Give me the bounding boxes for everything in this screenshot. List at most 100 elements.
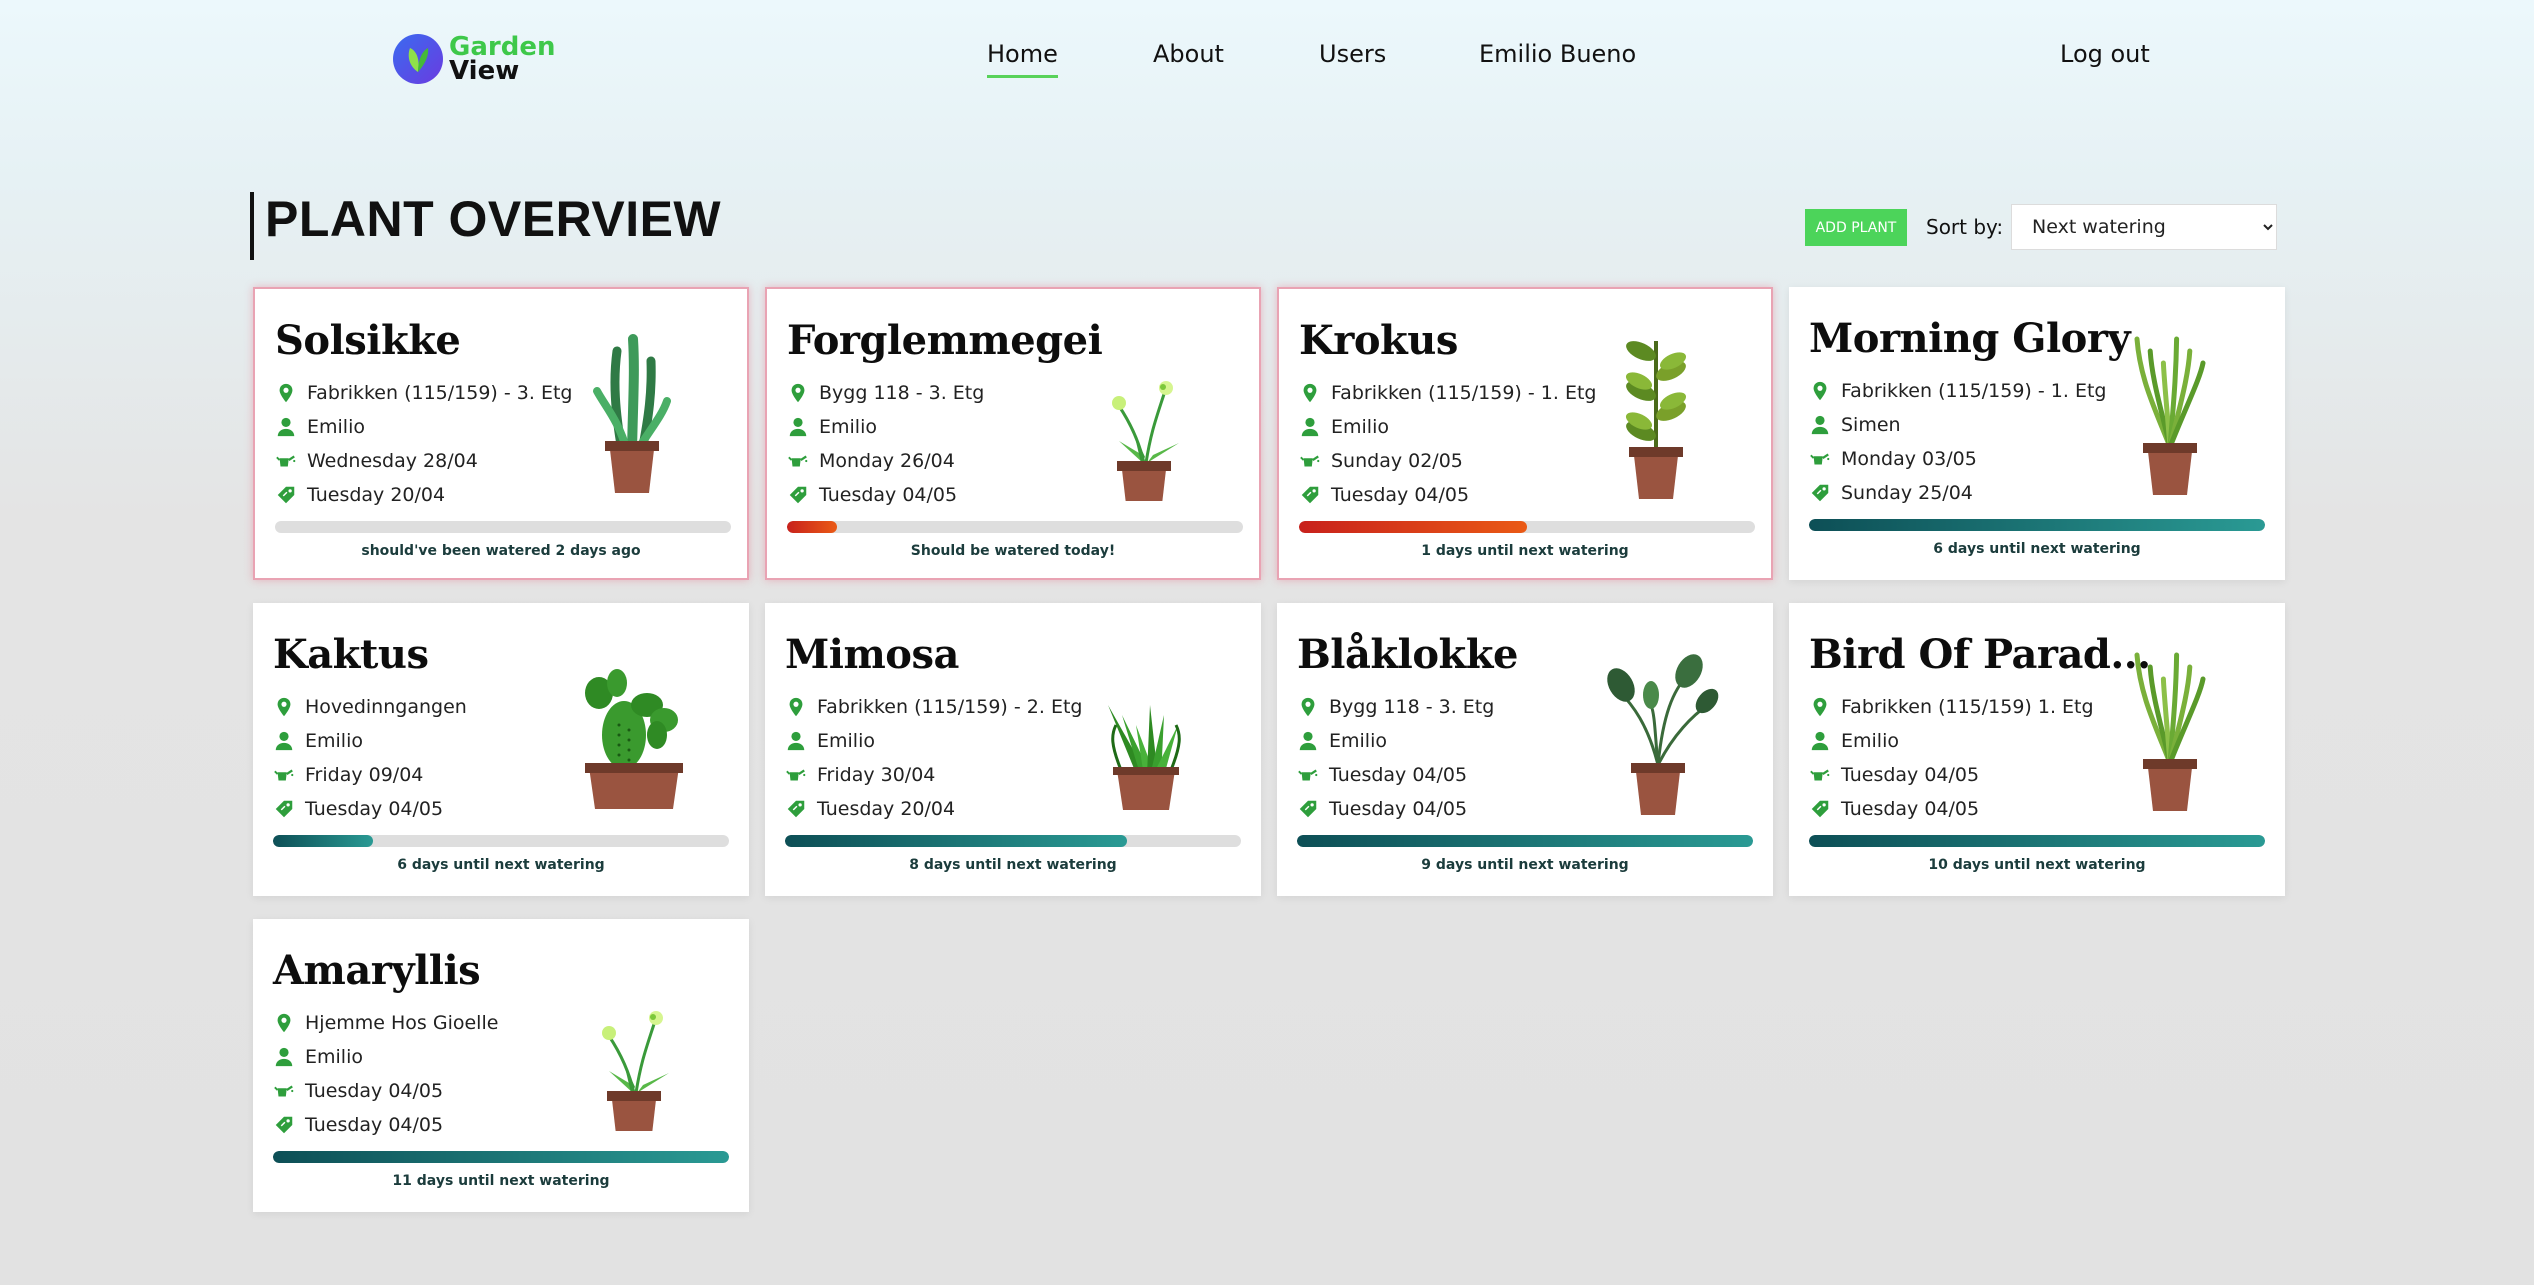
watered-row: Tuesday 04/05 xyxy=(1809,764,1979,786)
watered-row: Friday 09/04 xyxy=(273,764,423,786)
user-icon xyxy=(1299,731,1317,751)
tall-leaf-plant-icon xyxy=(1591,321,1721,501)
fertilized-text: Tuesday 04/05 xyxy=(819,484,958,506)
user-icon xyxy=(787,731,805,751)
fertilized-text: Sunday 25/04 xyxy=(1841,482,1973,504)
fertilizer-tag-icon xyxy=(275,800,293,818)
watered-text: Tuesday 04/05 xyxy=(305,1080,444,1102)
location-row: Fabrikken (115/159) - 1. Etg xyxy=(1299,382,1596,404)
watered-text: Wednesday 28/04 xyxy=(307,450,478,472)
plant-name: Solsikke xyxy=(275,317,461,364)
watered-text: Monday 03/05 xyxy=(1841,448,1977,470)
fertilizer-tag-icon xyxy=(789,486,807,504)
plant-name: Morning Glory xyxy=(1809,315,2131,362)
nav-profile[interactable]: Emilio Bueno xyxy=(1479,40,1636,68)
progress-fill xyxy=(1809,835,2265,847)
location-pin-icon xyxy=(1301,697,1315,717)
plant-card[interactable]: Kaktus Hovedinngangen Emilio Friday 09/0… xyxy=(253,603,749,896)
watered-text: Friday 09/04 xyxy=(305,764,424,786)
plant-name: Amaryllis xyxy=(273,947,481,994)
fertilizer-tag-icon xyxy=(277,486,295,504)
logo[interactable]: Garden View xyxy=(393,34,555,84)
fertilized-row: Tuesday 04/05 xyxy=(787,484,957,506)
user-icon xyxy=(1301,417,1319,437)
watering-progress-bar xyxy=(1809,835,2265,847)
location-row: Bygg 118 - 3. Etg xyxy=(787,382,984,404)
user-icon xyxy=(789,417,807,437)
fertilized-text: Tuesday 04/05 xyxy=(1841,798,1980,820)
watering-status: 6 days until next watering xyxy=(397,857,605,873)
location-pin-icon xyxy=(279,383,293,403)
flower-plant-icon xyxy=(569,951,699,1143)
progress-fill xyxy=(273,835,374,847)
plant-name: Kaktus xyxy=(273,631,429,678)
plant-card[interactable]: Krokus Fabrikken (115/159) - 1. Etg Emil… xyxy=(1277,287,1773,580)
plant-card[interactable]: Morning Glory Fabrikken (115/159) - 1. E… xyxy=(1789,287,2285,580)
watered-row: Monday 03/05 xyxy=(1809,448,1977,470)
grass-plant-icon xyxy=(2105,635,2235,815)
owner-text: Simen xyxy=(1841,414,1901,436)
sort-select[interactable]: Next watering xyxy=(2011,204,2277,250)
location-row: Fabrikken (115/159) - 2. Etg xyxy=(785,696,1082,718)
watered-text: Friday 30/04 xyxy=(817,764,936,786)
location-pin-icon xyxy=(789,697,803,717)
watering-progress-bar xyxy=(1299,521,1755,533)
owner-text: Emilio xyxy=(1841,730,1899,752)
fertilizer-tag-icon xyxy=(1299,800,1317,818)
owner-row: Emilio xyxy=(1809,730,1899,752)
owner-text: Emilio xyxy=(305,1046,363,1068)
watering-can-icon xyxy=(788,455,808,467)
watering-can-icon xyxy=(1810,769,1830,781)
watering-status: 10 days until next watering xyxy=(1928,857,2146,873)
add-plant-button[interactable]: ADD PLANT xyxy=(1805,209,1907,246)
fertilized-row: Tuesday 04/05 xyxy=(1809,798,1979,820)
location-row: Bygg 118 - 3. Etg xyxy=(1297,696,1494,718)
watered-text: Tuesday 04/05 xyxy=(1841,764,1980,786)
watering-status: 8 days until next watering xyxy=(909,857,1117,873)
progress-fill xyxy=(785,835,1127,847)
location-text: Fabrikken (115/159) - 3. Etg xyxy=(307,382,573,404)
watering-can-icon xyxy=(1298,769,1318,781)
location-text: Hovedinngangen xyxy=(305,696,467,718)
plant-card[interactable]: Forglemmegei Bygg 118 - 3. Etg Emilio Mo… xyxy=(765,287,1261,580)
plant-card[interactable]: Mimosa Fabrikken (115/159) - 2. Etg Emil… xyxy=(765,603,1261,896)
nav-users[interactable]: Users xyxy=(1319,40,1386,68)
plant-card[interactable]: Solsikke Fabrikken (115/159) - 3. Etg Em… xyxy=(253,287,749,580)
watered-row: Tuesday 04/05 xyxy=(1297,764,1467,786)
user-icon xyxy=(277,417,295,437)
plant-name: Bird Of Parad... xyxy=(1809,631,2151,678)
plant-card[interactable]: Blåklokke Bygg 118 - 3. Etg Emilio Tuesd… xyxy=(1277,603,1773,896)
owner-row: Emilio xyxy=(1299,416,1389,438)
grass-plant-icon xyxy=(2105,319,2235,499)
watering-can-icon xyxy=(786,769,806,781)
logout-link[interactable]: Log out xyxy=(2060,40,2150,68)
user-icon xyxy=(1811,415,1829,435)
owner-text: Emilio xyxy=(819,416,877,438)
location-row: Hovedinngangen xyxy=(273,696,467,718)
owner-row: Emilio xyxy=(1297,730,1387,752)
watered-row: Sunday 02/05 xyxy=(1299,450,1463,472)
watering-can-icon xyxy=(274,1085,294,1097)
fertilized-text: Tuesday 20/04 xyxy=(817,798,956,820)
plant-card[interactable]: Bird Of Parad... Fabrikken (115/159) 1. … xyxy=(1789,603,2285,896)
nav-about[interactable]: About xyxy=(1153,40,1224,68)
fertilized-text: Tuesday 04/05 xyxy=(1331,484,1470,506)
location-text: Hjemme Hos Gioelle xyxy=(305,1012,499,1034)
owner-row: Emilio xyxy=(787,416,877,438)
logo-text: Garden View xyxy=(449,34,555,84)
nav-home[interactable]: Home xyxy=(987,40,1058,78)
plant-name: Forglemmegei xyxy=(787,317,1103,364)
fertilizer-tag-icon xyxy=(1301,486,1319,504)
fertilized-row: Tuesday 04/05 xyxy=(1299,484,1469,506)
fertilized-text: Tuesday 04/05 xyxy=(305,1114,444,1136)
watered-row: Monday 26/04 xyxy=(787,450,955,472)
watered-row: Friday 30/04 xyxy=(785,764,935,786)
watering-can-icon xyxy=(1300,455,1320,467)
owner-text: Emilio xyxy=(817,730,875,752)
watering-status: 9 days until next watering xyxy=(1421,857,1629,873)
sort-label: Sort by: xyxy=(1926,215,2004,239)
plant-card[interactable]: Amaryllis Hjemme Hos Gioelle Emilio Tues… xyxy=(253,919,749,1212)
location-pin-icon xyxy=(791,383,805,403)
fertilized-row: Sunday 25/04 xyxy=(1809,482,1973,504)
leaf-icon xyxy=(393,34,443,84)
